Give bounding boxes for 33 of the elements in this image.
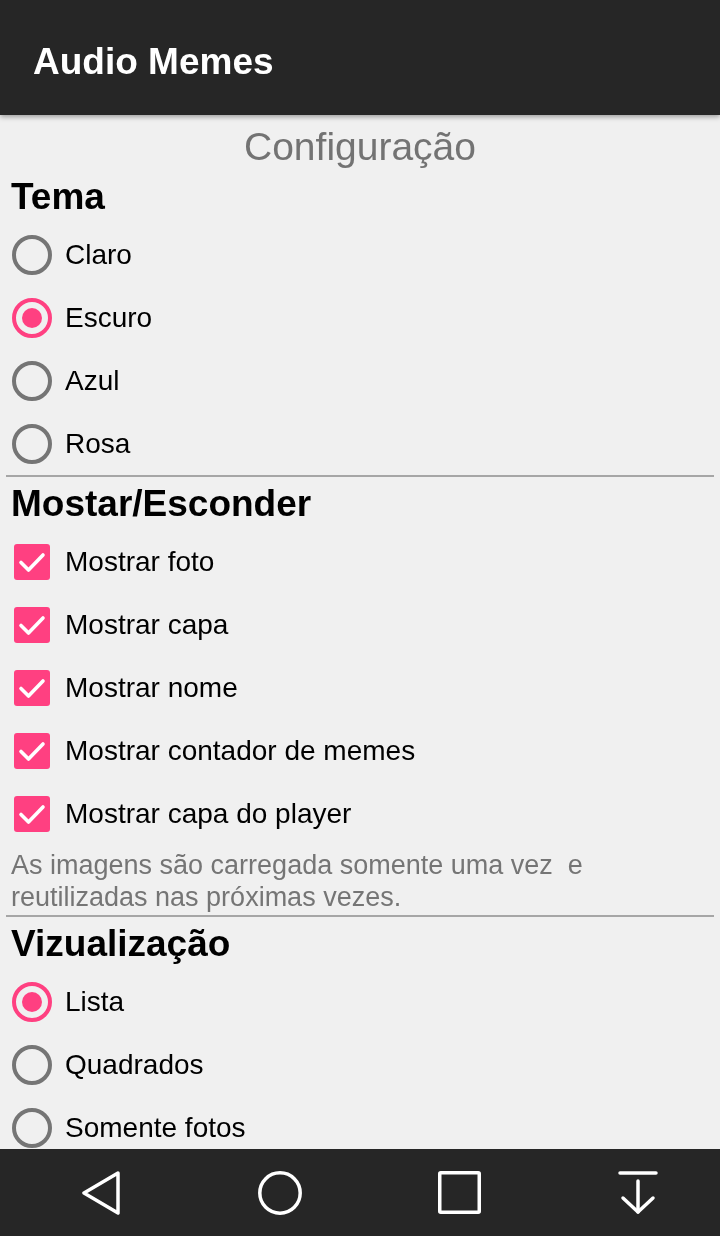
back-icon[interactable] (81, 1170, 121, 1215)
option-label: Claro (65, 238, 132, 271)
radio-button[interactable] (12, 297, 52, 338)
recents-icon[interactable] (437, 1171, 481, 1214)
checkbox[interactable] (14, 669, 50, 706)
section-heading: Vizualização (11, 922, 231, 966)
checkbox[interactable] (14, 732, 50, 769)
radio-button[interactable] (12, 360, 52, 401)
section-heading: Mostar/Esconder (11, 482, 312, 526)
option-label: Lista (65, 985, 125, 1018)
option-label: Mostrar contador de memes (65, 734, 416, 767)
option-label: Escuro (65, 301, 153, 334)
radio-button[interactable] (12, 1107, 52, 1148)
option-label: Mostrar foto (65, 545, 215, 578)
section-heading: Tema (11, 175, 105, 219)
option-label: Mostrar capa do player (65, 797, 352, 830)
checkbox[interactable] (14, 606, 50, 643)
app-title: Audio Memes (33, 40, 274, 84)
radio-button[interactable] (12, 234, 52, 275)
option-label: Rosa (65, 427, 131, 460)
option-label: Quadrados (65, 1048, 204, 1081)
option-label: Azul (65, 364, 120, 397)
radio-button[interactable] (12, 423, 52, 464)
checkbox[interactable] (14, 795, 50, 832)
radio-button[interactable] (12, 981, 52, 1022)
note-text: As imagens são carregada somente uma vez e reutilizadas nas próximas vezes. (10, 849, 584, 913)
checkbox[interactable] (14, 543, 50, 580)
option-label: Mostrar nome (65, 671, 238, 704)
option-label: Mostrar capa (65, 608, 229, 641)
radio-button[interactable] (12, 1044, 52, 1085)
option-label: Somente fotos (65, 1111, 246, 1144)
page-title: Configuração (244, 124, 476, 170)
home-icon[interactable] (258, 1170, 302, 1215)
